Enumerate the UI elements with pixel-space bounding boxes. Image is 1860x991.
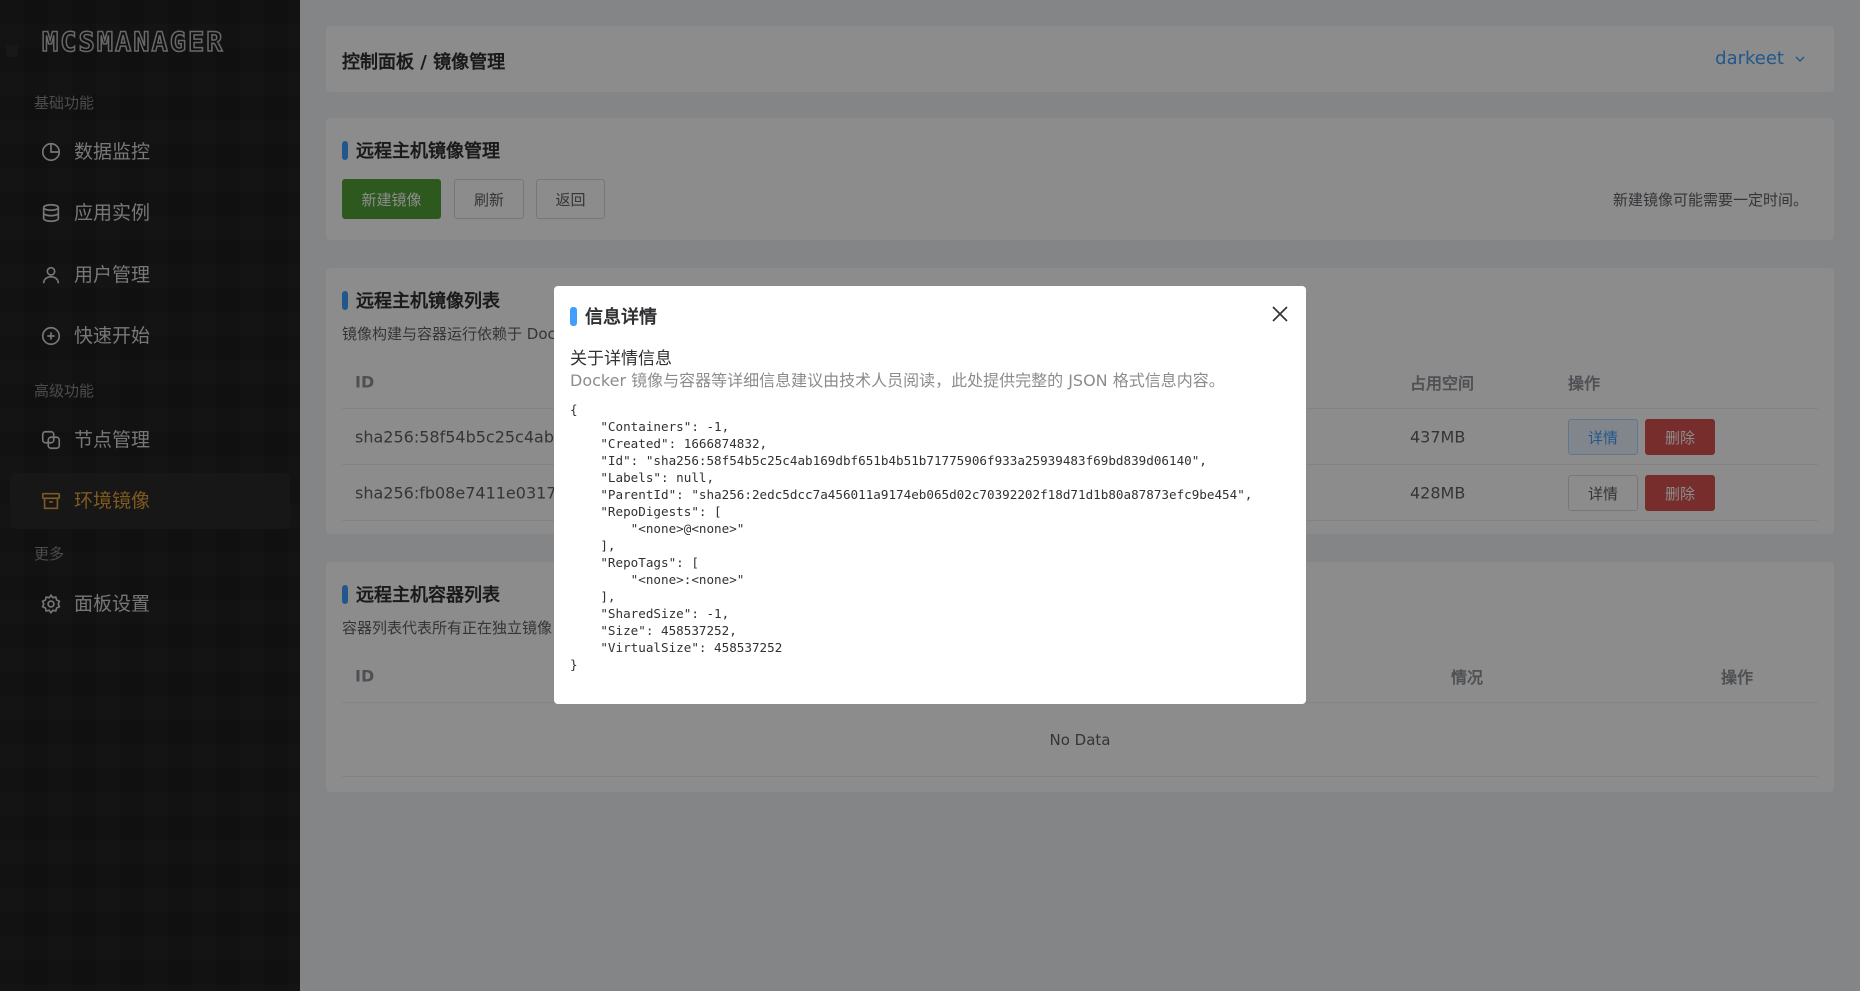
modal-title-text: 信息详情 xyxy=(585,307,657,328)
close-icon[interactable] xyxy=(1270,304,1290,324)
info-detail-modal: 信息详情 关于详情信息 Docker 镜像与容器等详细信息建议由技术人员阅读，此… xyxy=(554,286,1306,704)
json-content: { "Containers": -1, "Created": 166687483… xyxy=(570,402,1253,672)
title-accent-bar xyxy=(570,306,577,326)
modal-title: 信息详情 xyxy=(570,303,657,329)
modal-description: Docker 镜像与容器等详细信息建议由技术人员阅读，此处提供完整的 JSON … xyxy=(570,371,1225,390)
modal-subtitle: 关于详情信息 xyxy=(570,349,672,369)
